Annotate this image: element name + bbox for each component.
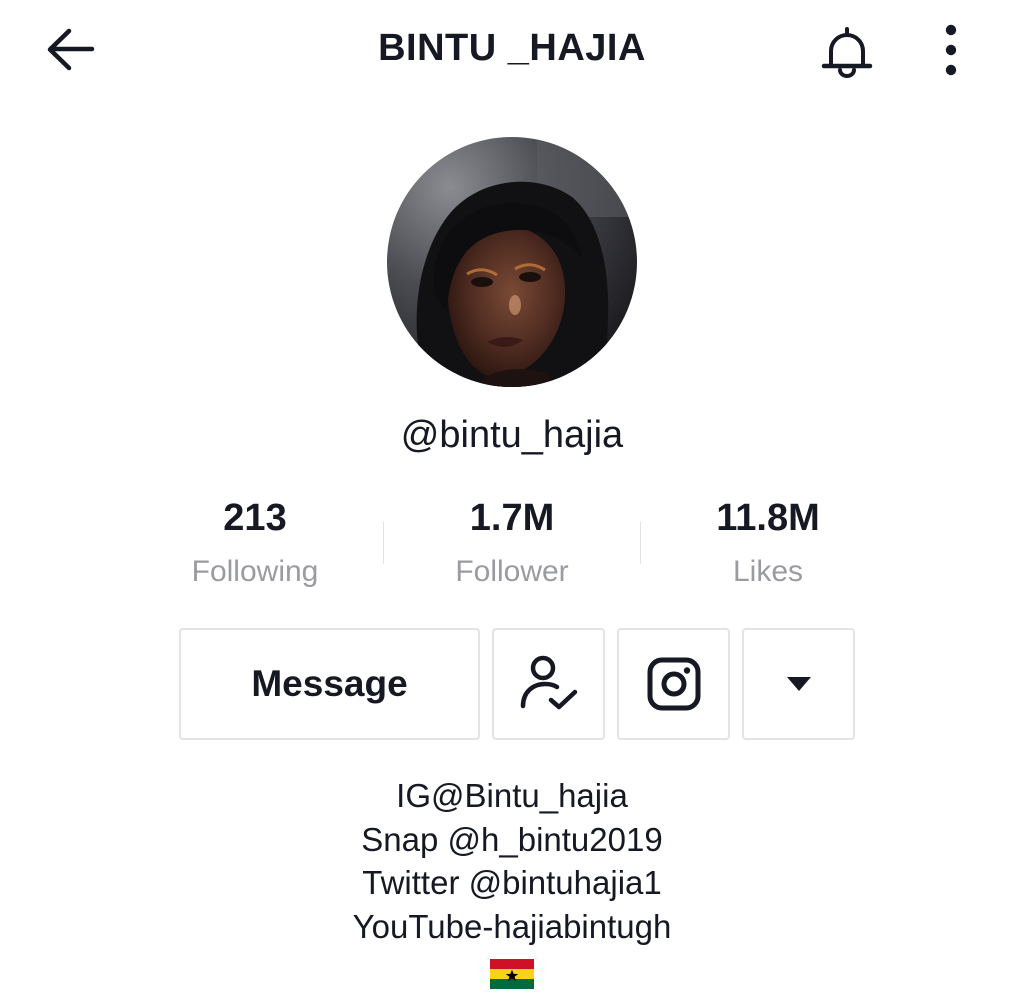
- stat-label: Follower: [455, 555, 569, 588]
- message-button-label: Message: [251, 663, 408, 704]
- instagram-icon: [647, 657, 700, 711]
- username: @bintu_hajia: [400, 414, 624, 456]
- bio-line: Twitter @bintuhajia1: [362, 864, 662, 901]
- user-check-icon: [520, 655, 577, 710]
- stat-value: 11.8M: [716, 497, 820, 539]
- bio-line: Snap @h_bintu2019: [361, 820, 663, 858]
- bio: IG@Bintu_hajia Snap @h_bintu2019 Twitter…: [0, 774, 1024, 992]
- message-button[interactable]: Message: [179, 628, 480, 740]
- ghana-flag-icon: [490, 959, 534, 990]
- bell-icon: [821, 27, 873, 78]
- notification-button[interactable]: [815, 20, 879, 84]
- stat-value: 1.7M: [469, 497, 555, 539]
- avatar[interactable]: [387, 137, 637, 387]
- stat-value: 213: [223, 497, 287, 539]
- friends-button[interactable]: [492, 628, 605, 740]
- stat-label: Likes: [732, 555, 804, 588]
- more-actions-dropdown[interactable]: [742, 628, 855, 740]
- stat-following[interactable]: 213 Following: [127, 494, 383, 592]
- bio-line: IG@Bintu_hajia: [396, 777, 628, 814]
- ghana-flag-line: [0, 948, 1024, 992]
- stat-follower[interactable]: 1.7M Follower: [384, 494, 640, 592]
- more-options-button[interactable]: [925, 20, 977, 84]
- more-vertical-icon: [945, 24, 957, 76]
- bio-line: YouTube-hajiabintugh: [352, 907, 672, 945]
- profile-photo: [387, 137, 637, 387]
- caret-down-icon: [786, 677, 811, 691]
- stat-likes[interactable]: 11.8M Likes: [640, 494, 896, 592]
- stat-label: Following: [191, 555, 319, 588]
- instagram-button[interactable]: [617, 628, 730, 740]
